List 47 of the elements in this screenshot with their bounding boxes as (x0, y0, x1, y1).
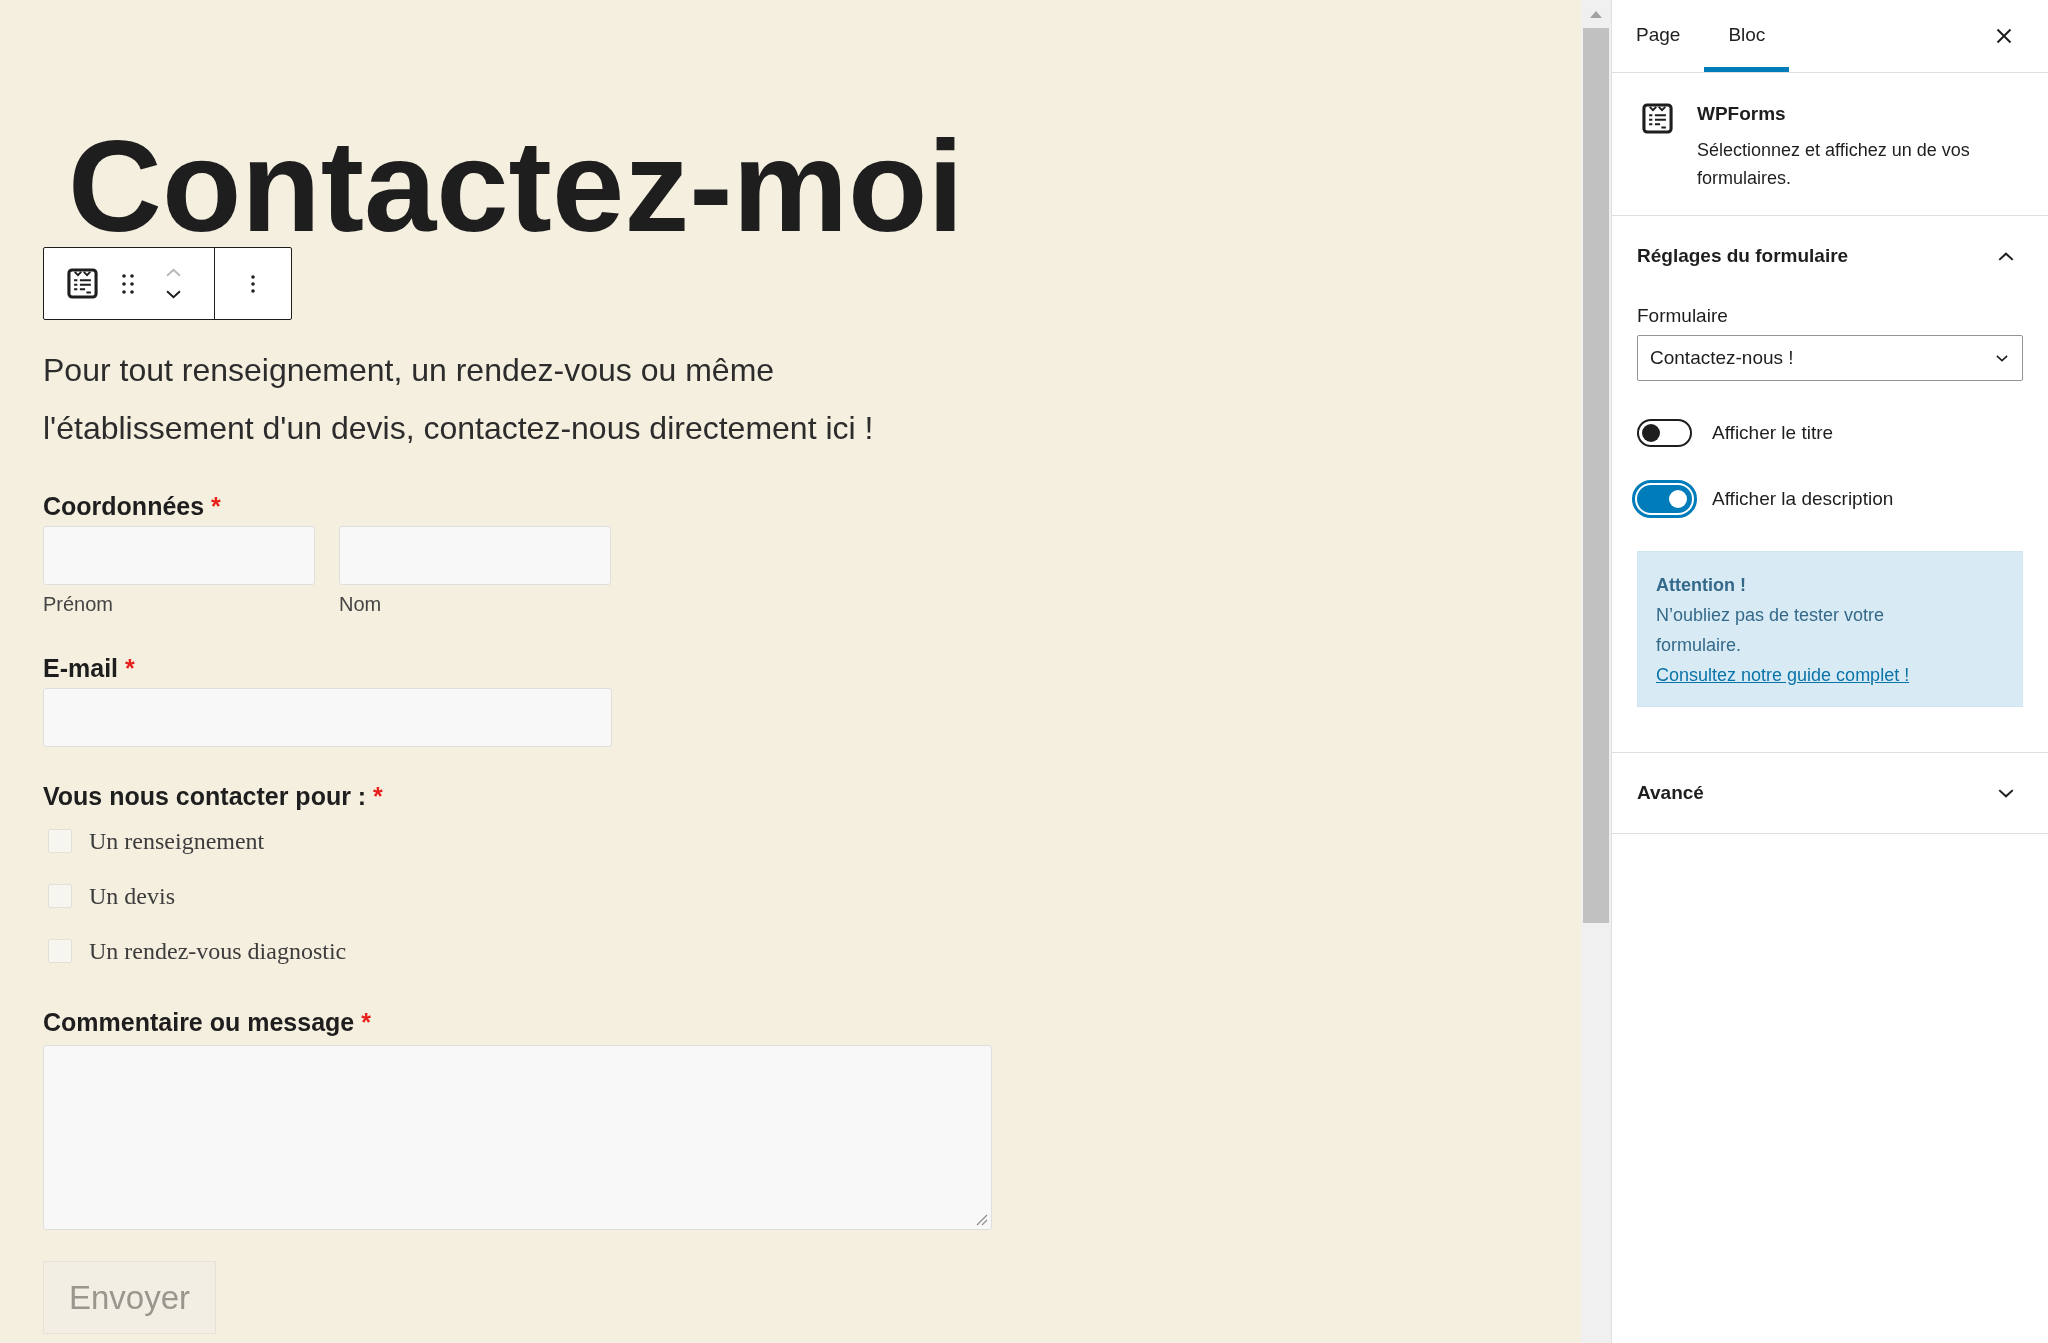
field-sublabel: Nom (339, 592, 382, 616)
control-label: Formulaire (1637, 304, 1728, 328)
toggle-label: Afficher le titre (1712, 421, 1834, 445)
field-label: E-mail * (43, 653, 135, 684)
sidebar-tab[interactable]: Page (1612, 0, 1705, 72)
scrollbar[interactable] (1581, 0, 1611, 1343)
form-select[interactable]: Contactez-nous ! (1637, 335, 2023, 381)
panel-header-button[interactable]: Réglages du formulaire (1612, 216, 2048, 296)
page-heading: Contactez-moi (68, 129, 964, 244)
field-sublabel: Prénom (43, 592, 114, 616)
text-input[interactable] (43, 526, 315, 585)
checkbox[interactable] (48, 938, 72, 963)
checkbox-label: Un renseignement (89, 826, 265, 856)
chevron-down-icon (1996, 354, 2008, 362)
form-icon (66, 268, 98, 299)
chevron-down-icon (165, 290, 181, 299)
close-icon (1996, 28, 2012, 44)
block-title: WPForms (1697, 102, 1786, 126)
notice-text: N’oubliez pas de tester votre formulaire. (1656, 604, 1886, 657)
message-textarea[interactable] (43, 1045, 992, 1230)
form-icon (1642, 103, 1673, 134)
chevron-up-icon (1998, 251, 2014, 261)
drag-handle-icon (122, 273, 134, 294)
chevron-up-icon (165, 268, 181, 277)
panel-header-button[interactable]: Avancé (1612, 753, 2048, 833)
chevron-down-icon (1998, 788, 2014, 798)
checkbox-label: Un devis (89, 881, 175, 911)
field-label: Coordonnées * (43, 491, 221, 522)
email-input[interactable] (43, 688, 612, 747)
checkbox-label: Un rendez-vous diagnostic (89, 936, 347, 966)
field-label: Vous nous contacter pour : * (43, 781, 383, 812)
guide-link[interactable]: Consultez notre guide complet ! (1656, 660, 1910, 690)
checkbox[interactable] (48, 883, 72, 908)
notice-title: Attention ! (1656, 574, 1746, 597)
intro-paragraph: Pour tout renseignement, un rendez-vous ou même l'établissement d'un devis, contactez-nous directement ici ! (43, 351, 875, 448)
sidebar-tab[interactable]: Bloc (1704, 0, 1790, 72)
toggle-switch[interactable] (1637, 419, 1692, 447)
text-input[interactable] (339, 526, 611, 585)
resize-handle-icon (976, 1214, 988, 1226)
block-description: Sélectionnez et affichez un de vos formulaires. (1697, 139, 1971, 190)
checkbox[interactable] (48, 828, 72, 853)
scroll-up-arrow-icon[interactable] (1590, 10, 1602, 18)
toggle-label: Afficher la description (1712, 487, 1894, 511)
vertical-dots-icon (251, 274, 255, 293)
scrollbar-thumb[interactable] (1583, 28, 1609, 923)
toggle-switch[interactable] (1632, 480, 1697, 518)
field-label: Commentaire ou message * (43, 1007, 371, 1038)
